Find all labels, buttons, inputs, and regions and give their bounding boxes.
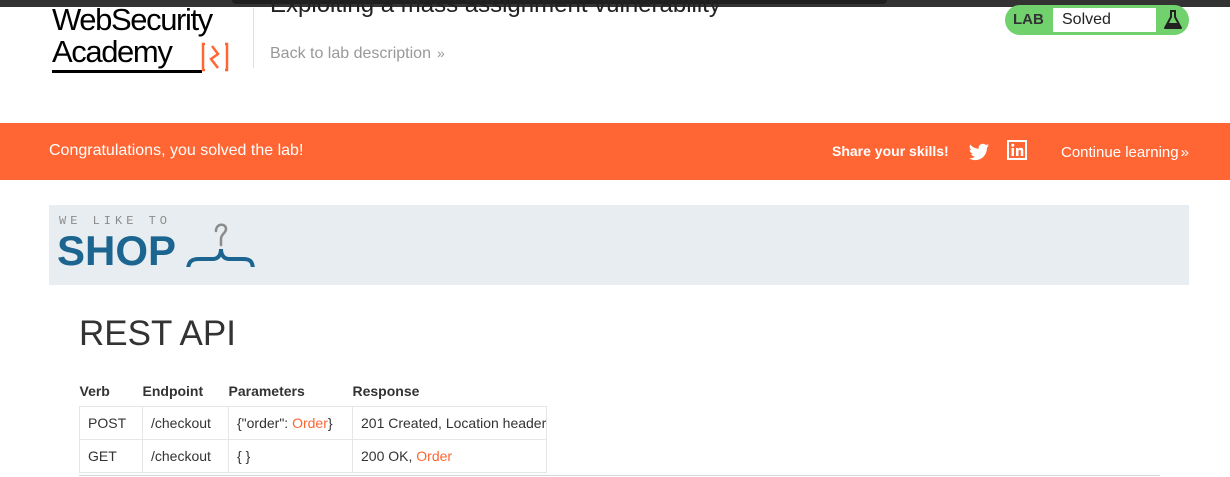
continue-learning-link[interactable]: Continue learning» bbox=[1061, 144, 1189, 161]
parameters-suffix: } bbox=[327, 415, 333, 431]
header-divider bbox=[253, 8, 254, 68]
logo-line-1: WebSecurity bbox=[52, 2, 213, 37]
congratulations-message: Congratulations, you solved the lab! bbox=[49, 142, 304, 159]
column-header-verb: Verb bbox=[79, 383, 110, 399]
shop-tagline: WE LIKE TO bbox=[59, 214, 172, 228]
order-link[interactable]: Order bbox=[416, 448, 452, 464]
endpoint-cell: /checkout bbox=[142, 439, 229, 473]
solved-banner: Congratulations, you solved the lab! Sha… bbox=[0, 123, 1230, 180]
api-table: Verb Endpoint Parameters Response POST /… bbox=[79, 376, 548, 473]
chevrons-right-icon: » bbox=[436, 45, 445, 61]
response-text: 201 Created, Location header bbox=[361, 415, 547, 431]
back-link-label: Back to lab description bbox=[270, 45, 431, 62]
response-cell: 201 Created, Location header bbox=[351, 406, 548, 440]
parameters-prefix: {"order": bbox=[237, 415, 293, 431]
parameters-cell: {"order": Order} bbox=[228, 406, 353, 440]
endpoint-cell: /checkout bbox=[142, 406, 229, 440]
lab-status-widget: LAB Solved bbox=[1005, 5, 1189, 35]
response-text: 200 OK, bbox=[361, 448, 417, 464]
table-header-row: Verb Endpoint Parameters Response bbox=[80, 376, 547, 407]
logo-line-2: Academy bbox=[52, 34, 173, 69]
chevrons-right-icon: » bbox=[1180, 144, 1189, 161]
lab-title: Exploiting a mass assignment vulnerabili… bbox=[270, 0, 721, 18]
column-header-endpoint: Endpoint bbox=[142, 383, 204, 399]
lab-status-text: Solved bbox=[1053, 8, 1156, 32]
share-skills-label: Share your skills! bbox=[832, 143, 949, 159]
column-header-response: Response bbox=[352, 383, 420, 399]
column-header-parameters: Parameters bbox=[228, 383, 305, 399]
logo-mark-icon bbox=[201, 42, 229, 72]
response-cell: 200 OK, Order bbox=[351, 439, 548, 473]
hanger-icon bbox=[186, 223, 255, 267]
verb-cell: GET bbox=[79, 439, 143, 473]
parameters-prefix: { } bbox=[237, 448, 251, 464]
continue-learning-label: Continue learning bbox=[1061, 144, 1179, 161]
twitter-icon[interactable] bbox=[968, 141, 990, 163]
content-divider bbox=[79, 475, 1160, 476]
parameters-cell: { } bbox=[228, 439, 353, 473]
table-row: POST /checkout {"order": Order} 201 Crea… bbox=[79, 406, 548, 440]
logo-underline bbox=[52, 70, 202, 73]
verb-cell: POST bbox=[79, 406, 143, 440]
table-row: GET /checkout { } 200 OK, Order bbox=[79, 439, 548, 473]
lab-badge: LAB bbox=[1013, 11, 1044, 28]
flask-icon bbox=[1164, 10, 1182, 29]
web-security-academy-logo[interactable]: WebSecurity Academy bbox=[50, 2, 255, 74]
shop-hero: WE LIKE TO SHOP bbox=[49, 205, 1189, 285]
linkedin-icon[interactable] bbox=[1007, 140, 1027, 160]
page-title: REST API bbox=[79, 314, 236, 353]
shop-brand: SHOP bbox=[57, 227, 177, 274]
order-link[interactable]: Order bbox=[292, 415, 328, 431]
back-to-lab-description-link[interactable]: Back to lab description » bbox=[270, 45, 445, 63]
